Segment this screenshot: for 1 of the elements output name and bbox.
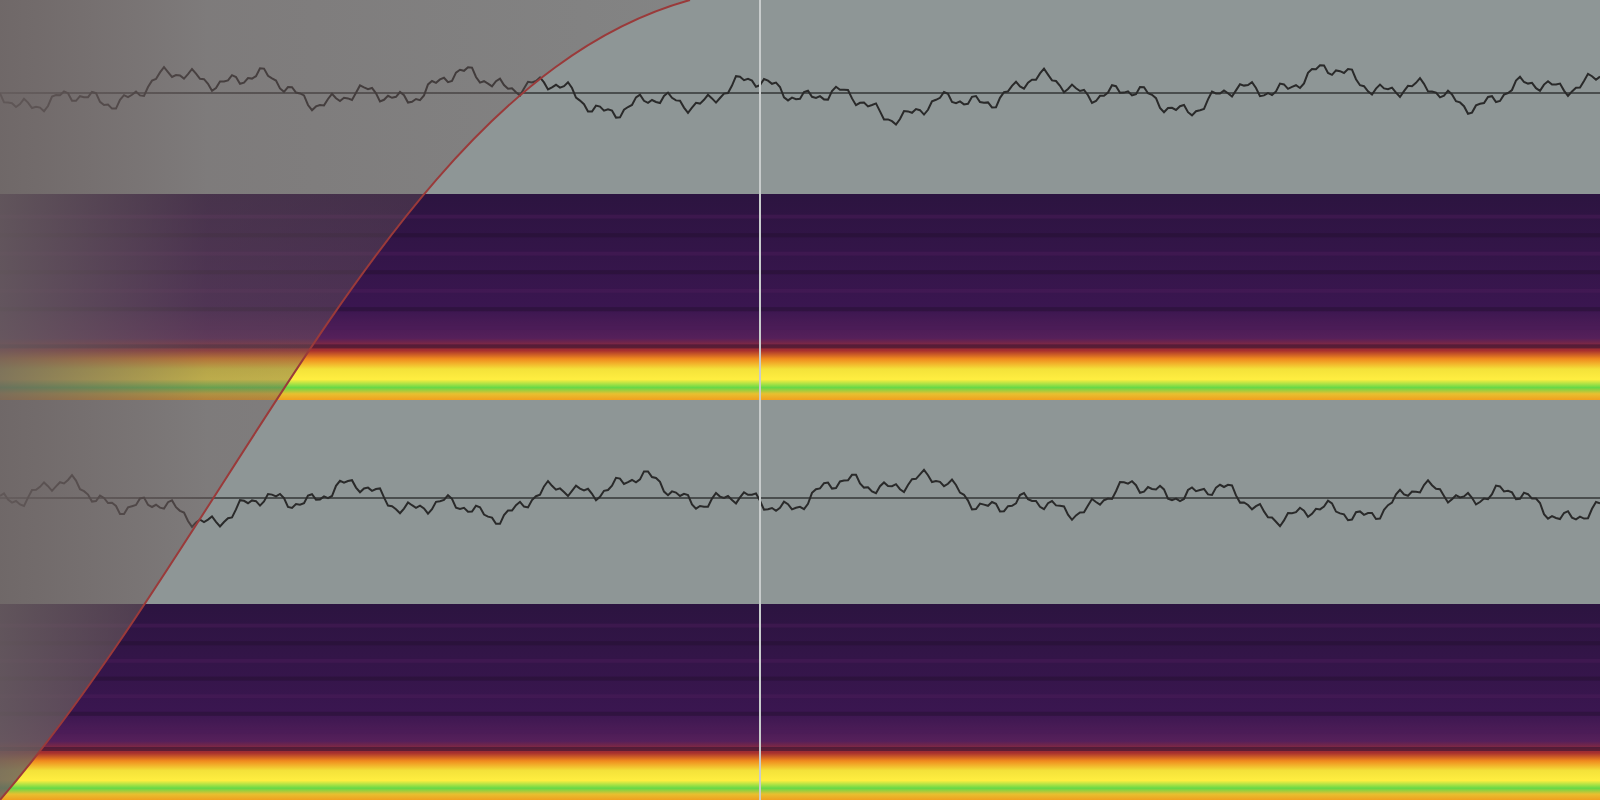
fade-in-curve[interactable] (0, 0, 691, 800)
